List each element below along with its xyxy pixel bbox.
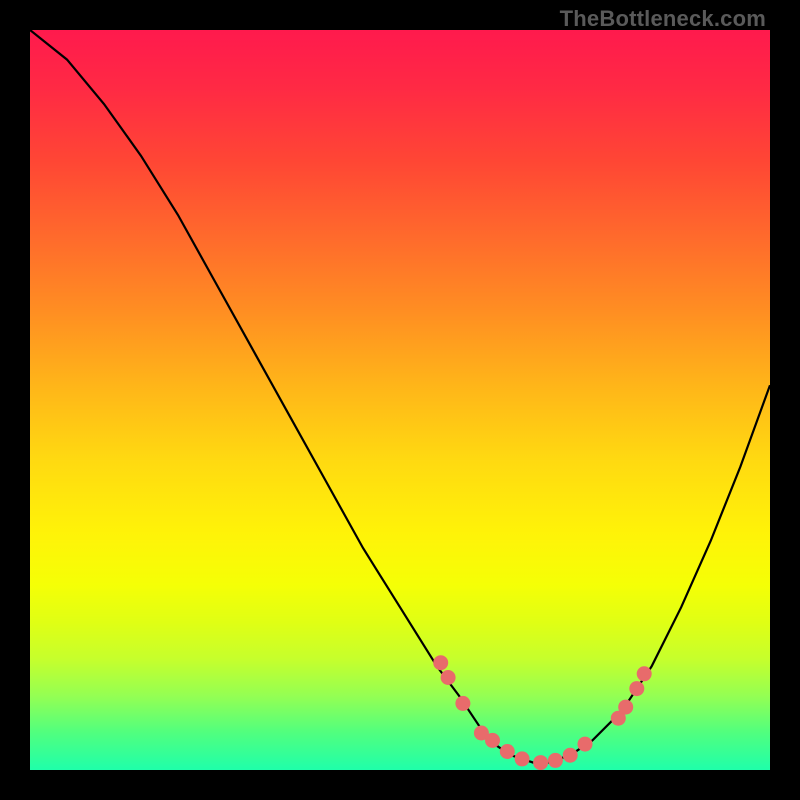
data-point-marker xyxy=(441,670,456,685)
data-point-marker xyxy=(578,737,593,752)
chart-svg xyxy=(30,30,770,770)
data-point-marker xyxy=(548,753,563,768)
watermark-text: TheBottleneck.com xyxy=(560,6,766,32)
curve-markers xyxy=(433,655,652,770)
data-point-marker xyxy=(629,681,644,696)
data-point-marker xyxy=(500,744,515,759)
data-point-marker xyxy=(618,700,633,715)
data-point-marker xyxy=(485,733,500,748)
data-point-marker xyxy=(433,655,448,670)
curve-line xyxy=(30,30,770,763)
data-point-marker xyxy=(533,755,548,770)
data-point-marker xyxy=(455,696,470,711)
data-point-marker xyxy=(515,751,530,766)
data-point-marker xyxy=(563,748,578,763)
chart-plot-area xyxy=(30,30,770,770)
data-point-marker xyxy=(637,666,652,681)
